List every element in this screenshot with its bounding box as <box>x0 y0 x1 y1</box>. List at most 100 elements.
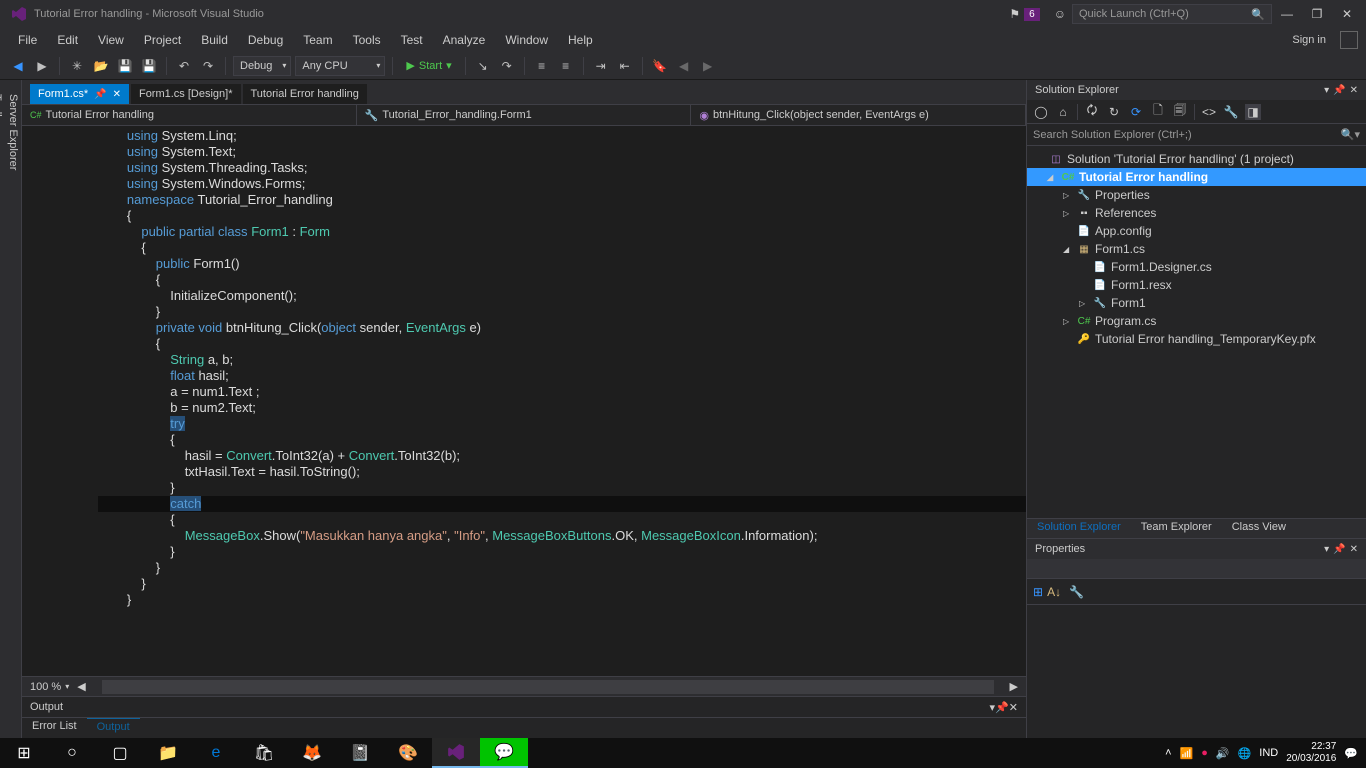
properties-node[interactable]: ▷🔧Properties <box>1027 186 1366 204</box>
project-node[interactable]: ◢C#Tutorial Error handling <box>1027 168 1366 186</box>
next-bookmark-icon[interactable]: ▶ <box>698 56 718 76</box>
avatar-icon[interactable] <box>1340 31 1358 49</box>
network-icon[interactable]: 🌐 <box>1238 747 1252 760</box>
start-debug-button[interactable]: ▶ Start ▾ <box>400 59 457 72</box>
open-icon[interactable]: 📂 <box>91 56 111 76</box>
solution-node[interactable]: ◫Solution 'Tutorial Error handling' (1 p… <box>1027 150 1366 168</box>
menu-file[interactable]: File <box>8 30 47 50</box>
menu-view[interactable]: View <box>88 30 134 50</box>
minimize-button[interactable]: — <box>1272 7 1302 21</box>
system-clock[interactable]: 22:3720/03/2016 <box>1286 741 1336 765</box>
props-pin-icon[interactable]: 📌 <box>1333 544 1345 555</box>
menu-window[interactable]: Window <box>495 30 558 50</box>
nav-back-icon[interactable]: ◀ <box>8 56 28 76</box>
configuration-dropdown[interactable]: Debug <box>233 56 291 76</box>
tempkey-node[interactable]: 🔑Tutorial Error handling_TemporaryKey.pf… <box>1027 330 1366 348</box>
file-explorer-icon[interactable]: 📁 <box>144 738 192 768</box>
panel-tab[interactable]: Class View <box>1222 519 1296 538</box>
horizontal-scrollbar[interactable] <box>102 680 994 694</box>
tray-expand-icon[interactable]: ˄ <box>1165 747 1171 759</box>
step-over-icon[interactable]: ↷ <box>497 56 517 76</box>
paint-icon[interactable]: 🎨 <box>384 738 432 768</box>
sign-in-link[interactable]: Sign in <box>1292 34 1334 46</box>
action-center-icon[interactable]: 💬 <box>1344 747 1358 760</box>
redo-icon[interactable]: ↷ <box>198 56 218 76</box>
output-tab[interactable]: Error List <box>22 718 87 737</box>
solution-tree[interactable]: ◫Solution 'Tutorial Error handling' (1 p… <box>1027 146 1366 518</box>
doc-tab[interactable]: Form1.cs [Design]* <box>131 84 241 104</box>
store-icon[interactable]: 🛍 <box>240 738 288 768</box>
save-all-icon[interactable]: 💾 <box>139 56 159 76</box>
panel-tab[interactable]: Team Explorer <box>1131 519 1222 538</box>
scroll-right-icon[interactable]: ▶ <box>1010 680 1018 693</box>
categorized-icon[interactable]: ⊞ <box>1033 585 1043 599</box>
zoom-dropdown[interactable]: 100 % <box>30 681 61 693</box>
menu-edit[interactable]: Edit <box>47 30 88 50</box>
se-copy-icon[interactable]: 🗐 <box>1172 104 1188 120</box>
undo-icon[interactable]: ↶ <box>174 56 194 76</box>
nav-member-dropdown[interactable]: ◉btnHitung_Click(object sender, EventArg… <box>691 105 1026 125</box>
menu-project[interactable]: Project <box>134 30 191 50</box>
menu-build[interactable]: Build <box>191 30 238 50</box>
comment-icon[interactable]: ≡ <box>532 56 552 76</box>
se-pin-icon[interactable]: 📌 <box>1333 85 1345 96</box>
output-close-icon[interactable]: ✕ <box>1009 701 1018 714</box>
properties-grid[interactable] <box>1027 605 1366 738</box>
se-home-icon[interactable]: ⌂ <box>1055 104 1071 120</box>
form1-resx-node[interactable]: 📄Form1.resx <box>1027 276 1366 294</box>
step-into-icon[interactable]: ↘ <box>473 56 493 76</box>
cortana-icon[interactable]: ○ <box>48 738 96 768</box>
line-app-icon[interactable]: 💬 <box>480 738 528 768</box>
pin-icon[interactable]: 📌 <box>94 89 106 100</box>
props-wrench-icon[interactable]: 🔧 <box>1069 585 1084 599</box>
se-collapse-icon[interactable]: ⟳ <box>1128 104 1144 120</box>
close-tab-icon[interactable]: ✕ <box>113 89 121 100</box>
appconfig-node[interactable]: 📄App.config <box>1027 222 1366 240</box>
props-close-icon[interactable]: ✕ <box>1350 544 1358 555</box>
panel-tab[interactable]: Solution Explorer <box>1027 519 1131 538</box>
menu-debug[interactable]: Debug <box>238 30 293 50</box>
new-project-icon[interactable]: ✳ <box>67 56 87 76</box>
menu-test[interactable]: Test <box>391 30 433 50</box>
notepad-icon[interactable]: 📓 <box>336 738 384 768</box>
start-menu-icon[interactable]: ⊞ <box>0 738 48 768</box>
bookmark-icon[interactable]: 🔖 <box>650 56 670 76</box>
task-view-icon[interactable]: ▢ <box>96 738 144 768</box>
form1-node[interactable]: ◢▦Form1.cs <box>1027 240 1366 258</box>
menu-team[interactable]: Team <box>293 30 342 50</box>
notification-count-badge[interactable]: 6 <box>1024 8 1040 21</box>
form1-designer-node[interactable]: 📄Form1.Designer.cs <box>1027 258 1366 276</box>
language-indicator[interactable]: IND <box>1259 747 1278 759</box>
feedback-icon[interactable]: ☺ <box>1054 7 1066 21</box>
platform-dropdown[interactable]: Any CPU <box>295 56 385 76</box>
edge-icon[interactable]: e <box>192 738 240 768</box>
solution-explorer-search[interactable]: Search Solution Explorer (Ctrl+;) 🔍▾ <box>1027 124 1366 146</box>
firefox-icon[interactable]: 🦊 <box>288 738 336 768</box>
indent-icon[interactable]: ⇥ <box>591 56 611 76</box>
se-refresh-icon[interactable]: ↻ <box>1106 104 1122 120</box>
prev-bookmark-icon[interactable]: ◀ <box>674 56 694 76</box>
nav-class-dropdown[interactable]: 🔧Tutorial_Error_handling.Form1 <box>357 105 692 125</box>
menu-tools[interactable]: Tools <box>343 30 391 50</box>
save-icon[interactable]: 💾 <box>115 56 135 76</box>
se-close-icon[interactable]: ✕ <box>1350 85 1358 96</box>
volume-icon[interactable]: 🔊 <box>1216 747 1230 760</box>
references-node[interactable]: ▷▪▪References <box>1027 204 1366 222</box>
maximize-button[interactable]: ❐ <box>1302 7 1332 21</box>
se-sync-icon[interactable]: 🗘 <box>1084 104 1100 120</box>
nav-forward-icon[interactable]: ▶ <box>32 56 52 76</box>
code-editor[interactable]: using System.Linq; using System.Text; us… <box>22 126 1026 676</box>
props-menu-icon[interactable]: ▾ <box>1324 544 1329 555</box>
alphabetical-icon[interactable]: A↓ <box>1047 585 1061 599</box>
menu-analyze[interactable]: Analyze <box>433 30 496 50</box>
doc-tab[interactable]: Form1.cs*📌✕ <box>30 84 129 104</box>
close-button[interactable]: ✕ <box>1332 7 1362 21</box>
visual-studio-taskbar-icon[interactable] <box>432 738 480 768</box>
doc-tab[interactable]: Tutorial Error handling <box>243 84 367 104</box>
se-menu-icon[interactable]: ▾ <box>1324 85 1329 96</box>
quick-launch-input[interactable]: Quick Launch (Ctrl+Q) 🔍 <box>1072 4 1272 24</box>
se-showall-icon[interactable]: 🗋 <box>1150 104 1166 120</box>
output-tab[interactable]: Output <box>87 718 140 737</box>
rail-tab-server-explorer[interactable]: Server Explorer <box>5 86 21 732</box>
wifi-icon[interactable]: 📶 <box>1180 747 1194 760</box>
